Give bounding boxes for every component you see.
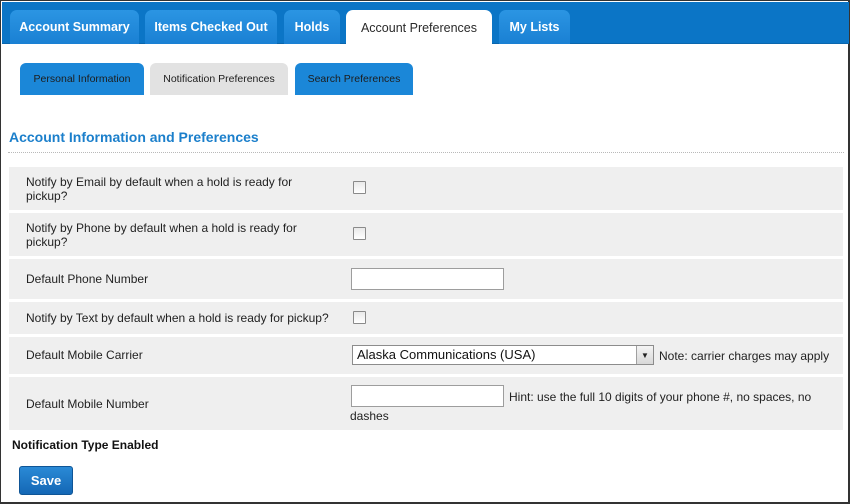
mobile-number-hint-line2: dashes [350, 409, 389, 423]
section-divider [8, 152, 844, 153]
row-mobile-carrier: Default Mobile Carrier Alaska Communicat… [9, 337, 843, 374]
tab-items-checked-out[interactable]: Items Checked Out [145, 10, 277, 44]
default-phone-input[interactable] [351, 268, 504, 290]
tab-label: Holds [294, 20, 330, 34]
row-text-hold: Notify by Text by default when a hold is… [9, 302, 843, 334]
subtab-personal-information[interactable]: Personal Information [20, 63, 144, 95]
tab-label: Account Preferences [360, 20, 478, 35]
tab-label: Account Summary [19, 20, 130, 34]
tab-account-preferences[interactable]: Account Preferences [346, 10, 492, 45]
email-hold-checkbox[interactable] [353, 181, 366, 194]
text-hold-checkbox[interactable] [353, 311, 366, 324]
chevron-down-icon[interactable]: ▼ [636, 346, 653, 364]
mobile-carrier-select[interactable]: Alaska Communications (USA) ▼ [352, 345, 654, 365]
notification-type-heading: Notification Type Enabled [12, 438, 159, 452]
row-phone-hold: Notify by Phone by default when a hold i… [9, 213, 843, 256]
mobile-number-hint-line1: Hint: use the full 10 digits of your pho… [509, 390, 812, 404]
mobile-number-label: Default Mobile Number [26, 397, 149, 411]
subtab-label: Search Preferences [307, 73, 401, 85]
section-title: Account Information and Preferences [9, 129, 259, 145]
email-hold-label: Notify by Email by default when a hold i… [26, 175, 293, 203]
phone-hold-label: Notify by Phone by default when a hold i… [26, 221, 297, 249]
tab-label: My Lists [509, 20, 560, 34]
tab-holds[interactable]: Holds [284, 10, 340, 44]
subtab-label: Notification Preferences [163, 73, 275, 85]
row-default-phone: Default Phone Number [9, 259, 843, 299]
tab-my-lists[interactable]: My Lists [499, 10, 570, 44]
subtab-search-preferences[interactable]: Search Preferences [295, 63, 413, 95]
phone-hold-checkbox[interactable] [353, 227, 366, 240]
mobile-number-input[interactable] [351, 385, 504, 407]
row-email-hold: Notify by Email by default when a hold i… [9, 167, 843, 210]
tab-label: Items Checked Out [154, 20, 268, 34]
row-mobile-number: Default Mobile Number Hint: use the full… [9, 377, 843, 430]
text-hold-label: Notify by Text by default when a hold is… [26, 311, 329, 325]
mobile-carrier-value: Alaska Communications (USA) [357, 347, 536, 362]
default-phone-label: Default Phone Number [26, 272, 149, 286]
carrier-note: Note: carrier charges may apply [659, 349, 830, 363]
preferences-window: Account Summary Items Checked Out Holds … [0, 0, 850, 504]
subtab-label: Personal Information [33, 73, 131, 85]
save-button[interactable]: Save [19, 466, 73, 495]
subtab-notification-preferences[interactable]: Notification Preferences [150, 63, 288, 95]
mobile-carrier-label: Default Mobile Carrier [26, 348, 143, 362]
tab-account-summary[interactable]: Account Summary [10, 10, 139, 44]
